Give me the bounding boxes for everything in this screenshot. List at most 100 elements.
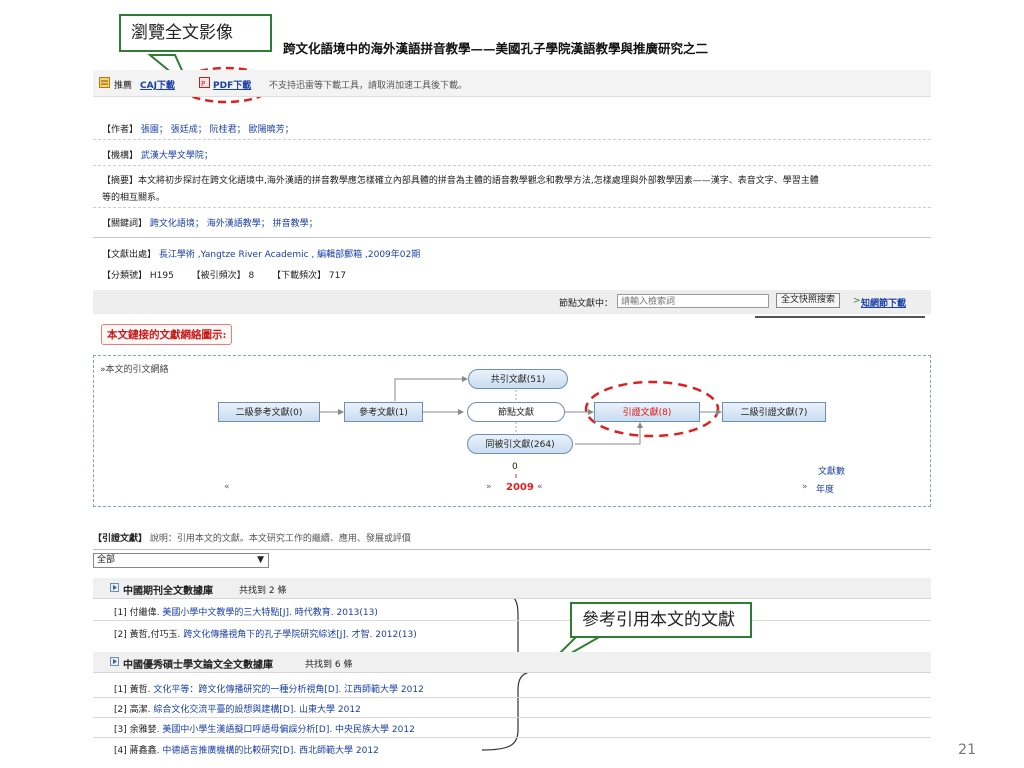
cited-value: 8: [248, 271, 255, 281]
abstract-row: 【摘要】本文將初步探討在跨文化語境中,海外漢語的拼音教學應怎樣確立內部具體的拼音…: [102, 173, 819, 186]
citing-documents-node[interactable]: 引證文獻(8): [594, 402, 700, 422]
citing-item-source: [J]. 時代教育. 2013(13): [279, 608, 378, 618]
fulltext-snapshot-search-button[interactable]: 全文快照搜索: [776, 293, 841, 308]
abstract-text-1: 本文將初步探討在跨文化語境中,海外漢語的拼音教學應怎樣確立內部具體的拼音為主體的…: [138, 176, 819, 186]
author-link[interactable]: 張園；: [141, 125, 168, 135]
divider: [93, 717, 931, 718]
cited-label: 【被引頻次】: [191, 271, 246, 281]
divider: [93, 549, 931, 550]
year-value: 2009: [506, 482, 534, 493]
expand-icon[interactable]: [110, 657, 119, 669]
slide: { "callouts": { "browse": "瀏覽全文影像", "cit…: [0, 0, 1024, 768]
author-link[interactable]: 歐陽曉芳；: [249, 125, 294, 135]
author-link[interactable]: 阮桂君；: [210, 125, 246, 135]
citing-item: [1] 黃哲. 文化平等：跨文化傳播研究的一種分析視角[D]. 江西師範大學 2…: [114, 682, 424, 695]
keywords-row: 【關鍵詞】 跨文化語境； 海外漢語教學； 拼音教學；: [102, 216, 318, 229]
expand-icon[interactable]: [110, 583, 119, 595]
source-link[interactable]: 長江學術 ,Yangtze River Academic , 編輯部郵箱 ,20…: [159, 250, 420, 260]
citing-item-source: [J]. 才智. 2012(13): [336, 630, 417, 640]
citing-header-desc: 說明：引用本文的文獻。本文研究工作的繼續、應用、發展或評價: [149, 534, 411, 544]
citing-item: [2] 黃哲,付巧玉. 跨文化傳播視角下的孔子學院研究綜述[J]. 才智. 20…: [114, 627, 417, 640]
citing-item-source: [D]. 中央民族大學 2012: [315, 725, 415, 735]
citing-item-num: [2] 黃哲,付巧玉.: [114, 630, 181, 640]
divider: [93, 737, 931, 738]
next-year-button[interactable]: «: [537, 482, 543, 492]
class-label: 【分類號】: [102, 271, 148, 281]
search-input[interactable]: [617, 294, 769, 308]
citing-item: [3] 余雅婪. 美國中小學生漢語擬口呼語母偏誤分析[D]. 中央民族大學 20…: [114, 722, 415, 735]
citing-item: [1] 付繼偉. 美國小學中文教學的三大特點[J]. 時代教育. 2013(13…: [114, 605, 378, 618]
citing-header: 【引證文獻】 說明：引用本文的文獻。本文研究工作的繼續、應用、發展或評價: [93, 531, 411, 544]
node-search-bar: 節點文獻中： 全文快照搜索 > 知網節下載: [93, 290, 931, 314]
green-arrow-icon: >: [853, 296, 861, 306]
citing-item-title[interactable]: 中德語言推廣機構的比較研究: [162, 746, 279, 756]
abstract-label: 【摘要】: [102, 176, 139, 186]
divider: [93, 237, 931, 238]
citing-item: [4] 蔣鑫鑫. 中德語言推廣機構的比較研究[D]. 西北師範大學 2012: [114, 743, 379, 756]
citing-item-title[interactable]: 美國小學中文教學的三大特點: [162, 608, 279, 618]
thesis-db-header: 中國優秀碩士學文論文全文數據庫 共找到 6 條: [93, 652, 931, 673]
legend-document-count: 文獻數: [818, 467, 846, 477]
scroll-right-button[interactable]: »: [802, 482, 808, 492]
slide-page-number: 21: [958, 742, 976, 758]
source-row: 【文獻出處】 長江學術 ,Yangtze River Academic , 編輯…: [102, 247, 420, 260]
abstract-row-2: 等的相互關系。: [102, 193, 166, 203]
class-value: H195: [149, 271, 174, 281]
organization-link[interactable]: 武漢大學文學院；: [141, 151, 213, 161]
chevron-down-icon: ▼: [257, 555, 264, 565]
references-node[interactable]: 參考文獻(1): [344, 402, 423, 422]
citing-item-title[interactable]: 美國中小學生漢語擬口呼語母偏誤分析: [162, 725, 315, 735]
citing-filter-select[interactable]: 全部 ▼: [93, 553, 269, 568]
svg-text:P: P: [201, 80, 205, 88]
citing-item-title[interactable]: 文化平等：跨文化傳播研究的一種分析視角: [153, 685, 324, 695]
divider: [93, 620, 931, 621]
journal-db-header: 中國期刊全文數據庫 共找到 2 條: [93, 578, 931, 599]
secondary-citing-node[interactable]: 二級引證文獻(7): [722, 402, 826, 422]
keyword-link[interactable]: 跨文化語境；: [150, 219, 204, 229]
citing-item-num: [3] 余雅婪.: [114, 725, 160, 735]
caj-download-link[interactable]: CAJ下載: [140, 78, 175, 91]
search-label: 節點文獻中：: [559, 299, 614, 309]
thesis-db-title[interactable]: 中國優秀碩士學文論文全文數據庫: [123, 656, 273, 671]
citing-item-title[interactable]: 跨文化傳播視角下的孔子學院研究綜述: [183, 630, 336, 640]
organization-label: 【機構】: [102, 151, 139, 161]
pdf-icon: P: [199, 77, 210, 91]
authors-row: 【作者】 張園； 張廷成； 阮桂君； 歐陽曉芳；: [102, 122, 294, 135]
pdf-download-link[interactable]: PDF下載: [213, 78, 251, 91]
keyword-link[interactable]: 拼音教學；: [273, 219, 318, 229]
callout-browse-full-text: 瀏覽全文影像: [119, 14, 272, 52]
journal-db-title[interactable]: 中國期刊全文數據庫: [123, 582, 213, 597]
author-link[interactable]: 張廷成；: [171, 125, 207, 135]
node-download-link[interactable]: 知網節下載: [861, 296, 906, 309]
download-count-value: 717: [328, 271, 347, 281]
download-notice: 不支持迅雷等下載工具，請取消加速工具後下載。: [269, 81, 468, 91]
download-count-label: 【下載頻次】: [271, 271, 326, 281]
node-document: 節點文獻: [467, 402, 565, 422]
co-cited-node[interactable]: 共引文獻(51): [468, 369, 568, 389]
citing-item-source: [D]. 西北師範大學 2012: [279, 746, 379, 756]
document-count-value: 0: [512, 462, 518, 472]
download-toolbar: 推薦 CAJ下載 P PDF下載 不支持迅雷等下載工具，請取消加速工具後下載。: [93, 70, 931, 97]
journal-db-count: 共找到 2 條: [239, 586, 287, 596]
citing-item-num: [1] 付繼偉.: [114, 608, 160, 618]
citing-item-num: [1] 黃哲.: [114, 685, 151, 695]
shadow-line: [755, 316, 925, 318]
network-section-title: 本文鏈接的文獻網絡圖示:: [101, 324, 233, 345]
citing-filter-value: 全部: [97, 555, 116, 565]
co-citing-node[interactable]: 同被引文獻(264): [467, 434, 573, 454]
citing-item-source: [D]. 山東大學 2012: [279, 705, 361, 715]
citing-header-label: 【引證文獻】: [93, 534, 148, 544]
legend-year: 年度: [816, 485, 835, 495]
authors-label: 【作者】: [102, 125, 139, 135]
secondary-references-node[interactable]: 二級參考文獻(0): [218, 402, 320, 422]
organization-row: 【機構】 武漢大學文學院；: [102, 148, 213, 161]
citing-item-num: [2] 高潔.: [114, 705, 151, 715]
prev-year-button[interactable]: »: [486, 482, 492, 492]
source-label: 【文獻出處】: [102, 250, 157, 260]
citing-item-title[interactable]: 綜合文化交流平臺的設想與建構: [153, 705, 279, 715]
divider: [93, 697, 931, 698]
citing-item-num: [4] 蔣鑫鑫.: [114, 746, 160, 756]
scroll-left-button[interactable]: «: [224, 482, 230, 492]
network-subtitle: »本文的引文網絡: [100, 365, 169, 375]
keyword-link[interactable]: 海外漢語教學；: [207, 219, 270, 229]
